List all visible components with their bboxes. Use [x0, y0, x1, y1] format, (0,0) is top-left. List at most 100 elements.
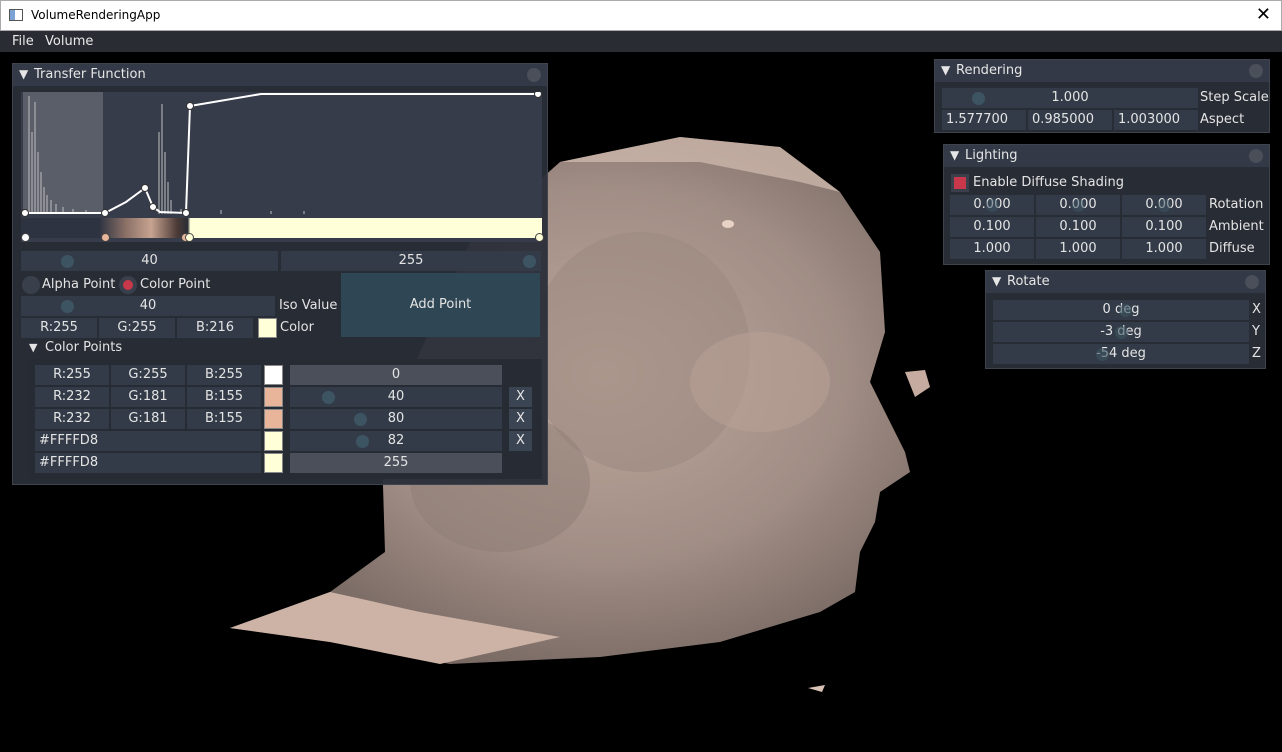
cp-swatch[interactable] [264, 387, 283, 407]
aspect-label: Aspect [1200, 112, 1245, 127]
slider-grab[interactable] [1096, 348, 1109, 361]
diffuse-g-field[interactable]: 1.000 [1036, 239, 1120, 259]
iso-value-slider[interactable]: 40 [21, 296, 275, 316]
cp-g[interactable]: G:181 [111, 409, 185, 429]
rotation-label: Rotation [1209, 197, 1264, 212]
color-point-markers[interactable] [21, 233, 551, 245]
rotate-z-label: Z [1252, 346, 1261, 361]
slider-grab[interactable] [356, 435, 369, 448]
rotate-x-slider[interactable]: 0 deg [993, 300, 1249, 320]
slider-grab[interactable] [523, 255, 536, 268]
current-color-swatch[interactable] [258, 318, 277, 338]
aspect-z-field[interactable]: 1.003000 [1114, 110, 1198, 130]
rotate-z-slider[interactable]: -54 deg [993, 344, 1249, 364]
ambient-r-field[interactable]: 0.100 [950, 217, 1034, 237]
delete-color-point-button[interactable]: X [509, 431, 532, 451]
window-close-button[interactable]: ✕ [1256, 5, 1271, 25]
panel-close-icon[interactable] [1249, 64, 1263, 78]
color-g-field[interactable]: G:255 [99, 318, 175, 338]
cp-swatch[interactable] [264, 453, 283, 473]
cp-swatch[interactable] [264, 365, 283, 385]
slider-grab[interactable] [354, 413, 367, 426]
color-points-title[interactable]: Color Points [45, 338, 122, 358]
cp-b[interactable]: B:155 [187, 387, 261, 407]
rotation-z-field[interactable]: 0.000 [1122, 195, 1206, 215]
slider-grab[interactable] [61, 300, 74, 313]
step-scale-slider[interactable]: 1.000 [942, 88, 1198, 108]
slider-grab[interactable] [1119, 304, 1132, 317]
panel-close-icon[interactable] [1245, 275, 1259, 289]
app-icon [9, 9, 23, 21]
color-r-field[interactable]: R:255 [21, 318, 97, 338]
cp-r[interactable]: R:232 [35, 409, 109, 429]
aspect-y-field[interactable]: 0.985000 [1028, 110, 1112, 130]
diffuse-label: Diffuse [1209, 241, 1255, 256]
cp-swatch[interactable] [264, 409, 283, 429]
rendering-header[interactable]: ▼ Rendering [935, 60, 1269, 82]
delete-color-point-button[interactable]: X [509, 409, 532, 429]
range-min-slider[interactable]: 40 [21, 251, 278, 271]
range-max-slider[interactable]: 255 [281, 251, 541, 271]
rendering-panel: ▼ Rendering 1.000 Step Scale 1.577700 0.… [934, 59, 1270, 133]
add-point-button[interactable]: Add Point [341, 273, 540, 337]
collapse-triangle-icon[interactable]: ▼ [941, 63, 950, 77]
collapse-triangle-icon[interactable]: ▼ [992, 274, 1001, 288]
ambient-label: Ambient [1209, 219, 1264, 234]
menu-volume[interactable]: Volume [45, 34, 93, 49]
cp-r[interactable]: R:255 [35, 365, 109, 385]
collapse-triangle-icon[interactable]: ▼ [19, 67, 28, 81]
cp-b[interactable]: B:155 [187, 409, 261, 429]
cp-value-slider[interactable]: 80 [290, 409, 502, 429]
aspect-x-field[interactable]: 1.577700 [942, 110, 1026, 130]
cp-b[interactable]: B:255 [187, 365, 261, 385]
color-b-field[interactable]: B:216 [177, 318, 253, 338]
add-point-label: Add Point [409, 297, 472, 312]
panel-title: Rotate [1007, 274, 1050, 289]
cp-hex[interactable]: #FFFFD8 [35, 431, 261, 451]
color-label: Color [280, 320, 314, 335]
rotate-y-slider[interactable]: -3 deg [993, 322, 1249, 342]
rotation-y-field[interactable]: 0.000 [1036, 195, 1120, 215]
slider-grab[interactable] [322, 391, 335, 404]
menu-file[interactable]: File [12, 34, 34, 49]
cp-value-slider[interactable]: 82 [290, 431, 502, 451]
color-point-label: Color Point [140, 277, 211, 292]
diffuse-b-field[interactable]: 1.000 [1122, 239, 1206, 259]
ambient-g-field[interactable]: 0.100 [1036, 217, 1120, 237]
alpha-point-radio[interactable] [22, 276, 40, 294]
transfer-function-header[interactable]: ▼ Transfer Function [13, 64, 547, 86]
rotate-x-label: X [1252, 302, 1261, 317]
color-points-collapse-icon[interactable]: ▼ [29, 338, 37, 358]
cp-g[interactable]: G:255 [111, 365, 185, 385]
cp-hex[interactable]: #FFFFD8 [35, 453, 261, 473]
delete-color-point-button[interactable]: X [509, 387, 532, 407]
rotate-header[interactable]: ▼ Rotate [986, 271, 1265, 293]
cp-value: 255 [290, 453, 502, 473]
cp-value-slider[interactable]: 40 [290, 387, 502, 407]
cp-r[interactable]: R:232 [35, 387, 109, 407]
range-max-value: 255 [398, 253, 424, 268]
range-min-value: 40 [141, 253, 158, 268]
color-points-list: R:255 G:255 B:255 0 R:232 G:181 B:155 40… [29, 359, 542, 479]
cp-g[interactable]: G:181 [111, 387, 185, 407]
diffuse-shading-checkbox[interactable] [951, 174, 969, 192]
slider-grab[interactable] [1115, 326, 1128, 339]
transfer-function-panel: ▼ Transfer Function 40 255 Alpha Point C… [12, 63, 548, 485]
panel-close-icon[interactable] [527, 68, 541, 82]
collapse-triangle-icon[interactable]: ▼ [950, 148, 959, 162]
ambient-b-field[interactable]: 0.100 [1122, 217, 1206, 237]
lighting-header[interactable]: ▼ Lighting [944, 145, 1269, 167]
panel-close-icon[interactable] [1249, 149, 1263, 163]
rotation-x-field[interactable]: 0.000 [950, 195, 1034, 215]
diffuse-r-field[interactable]: 1.000 [950, 239, 1034, 259]
lighting-panel: ▼ Lighting Enable Diffuse Shading 0.000 … [943, 144, 1270, 265]
panel-title: Transfer Function [34, 67, 146, 82]
slider-grab[interactable] [972, 92, 985, 105]
rotate-panel: ▼ Rotate 0 deg X -3 deg Y -54 deg Z [985, 270, 1266, 369]
cp-swatch[interactable] [264, 431, 283, 451]
color-point-radio[interactable] [119, 276, 137, 294]
cp-value: 80 [387, 411, 405, 426]
slider-grab[interactable] [61, 255, 74, 268]
alpha-point-label: Alpha Point [42, 277, 116, 292]
cp-value: 82 [387, 433, 405, 448]
